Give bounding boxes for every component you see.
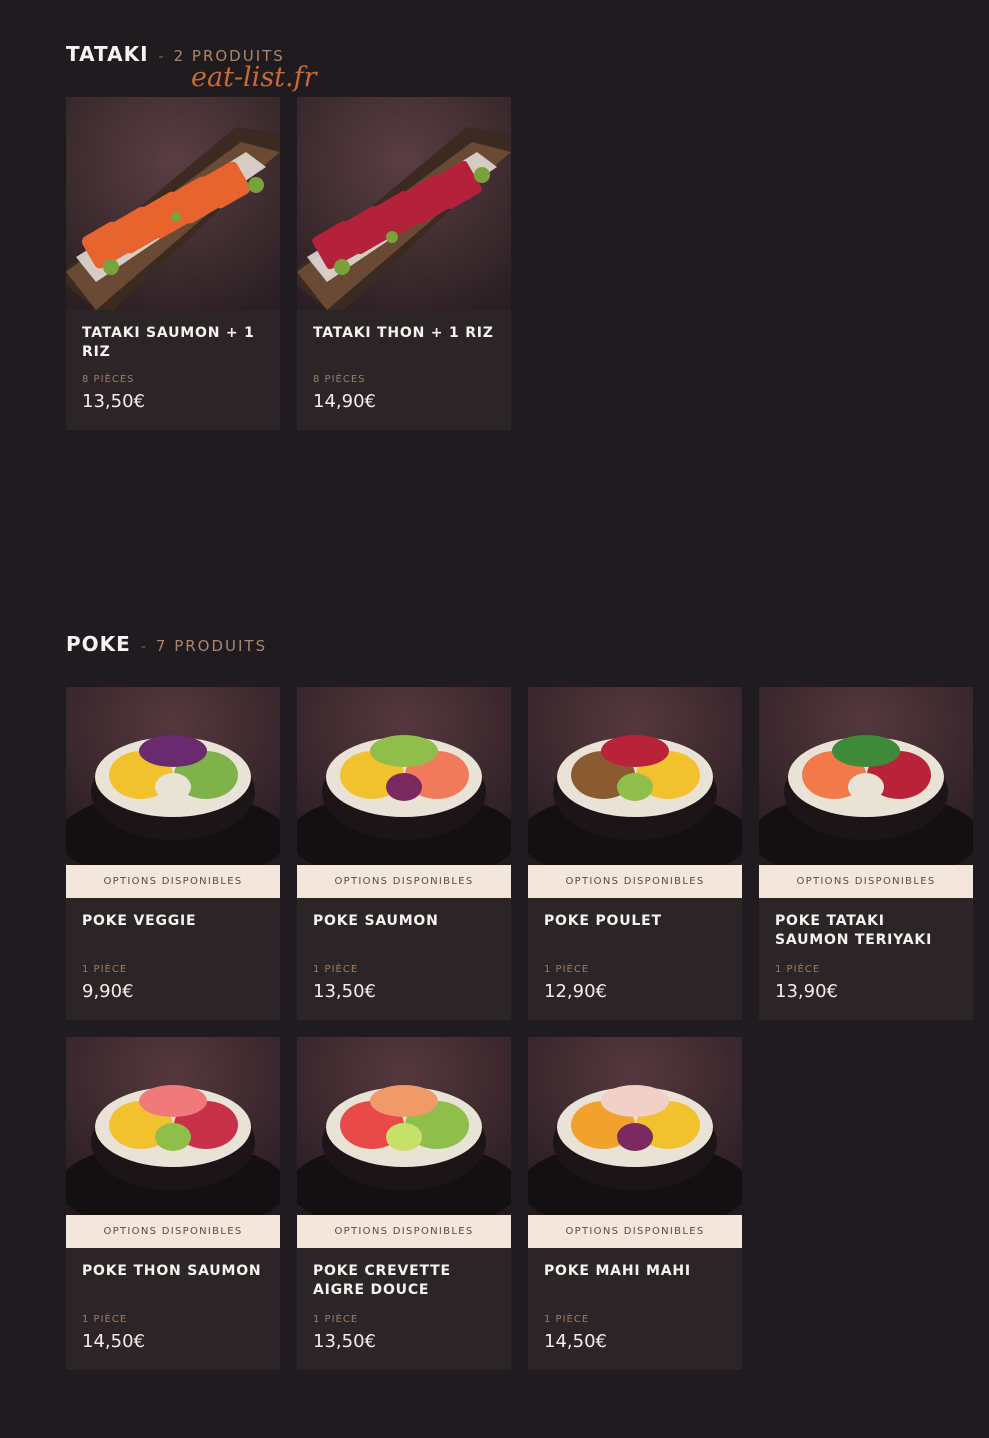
product-price: 13,50€	[313, 1331, 376, 1352]
options-available-badge[interactable]: OPTIONS DISPONIBLES	[66, 865, 280, 898]
product-price: 14,90€	[313, 391, 376, 412]
product-price: 14,50€	[544, 1331, 607, 1352]
poke-bowl-photo	[297, 1037, 511, 1215]
section-title: TATAKI	[66, 42, 149, 66]
poke-bowl-photo	[66, 687, 280, 865]
product-image	[528, 687, 742, 865]
product-quantity: 1 PIÈCE	[82, 1314, 128, 1325]
product-card[interactable]: OPTIONS DISPONIBLES POKE THON SAUMON 1 P…	[66, 1037, 280, 1370]
product-name: POKE TATAKI SAUMON TERIYAKI	[775, 913, 933, 948]
product-name: TATAKI SAUMON + 1 RIZ	[82, 325, 255, 360]
product-card[interactable]: TATAKI THON + 1 RIZ 8 PIÈCES 14,90€	[297, 97, 511, 430]
product-grid-tataki: TATAKI SAUMON + 1 RIZ 8 PIÈCES 13,50€ TA…	[66, 97, 973, 430]
product-card[interactable]: OPTIONS DISPONIBLES POKE VEGGIE 1 PIÈCE …	[66, 687, 280, 1020]
product-image	[66, 97, 280, 310]
product-card[interactable]: TATAKI SAUMON + 1 RIZ 8 PIÈCES 13,50€	[66, 97, 280, 430]
poke-bowl-photo	[759, 687, 973, 865]
product-quantity: 1 PIÈCE	[82, 964, 128, 975]
product-image	[297, 1037, 511, 1215]
options-available-badge[interactable]: OPTIONS DISPONIBLES	[759, 865, 973, 898]
options-available-badge[interactable]: OPTIONS DISPONIBLES	[66, 1215, 280, 1248]
product-name: POKE VEGGIE	[82, 913, 197, 929]
poke-bowl-photo	[528, 687, 742, 865]
product-quantity: 8 PIÈCES	[313, 374, 366, 385]
product-name: POKE MAHI MAHI	[544, 1263, 691, 1279]
product-name: POKE CREVETTE AIGRE DOUCE	[313, 1263, 451, 1298]
poke-bowl-photo	[528, 1037, 742, 1215]
product-price: 14,50€	[82, 1331, 145, 1352]
product-image	[528, 1037, 742, 1215]
options-available-badge[interactable]: OPTIONS DISPONIBLES	[297, 1215, 511, 1248]
product-card[interactable]: OPTIONS DISPONIBLES POKE CREVETTE AIGRE …	[297, 1037, 511, 1370]
product-image	[66, 1037, 280, 1215]
product-quantity: 8 PIÈCES	[82, 374, 135, 385]
section-separator: -	[140, 639, 146, 655]
poke-bowl-photo	[297, 687, 511, 865]
product-quantity: 1 PIÈCE	[544, 1314, 590, 1325]
product-quantity: 1 PIÈCE	[544, 964, 590, 975]
product-price: 13,50€	[313, 981, 376, 1002]
product-quantity: 1 PIÈCE	[313, 1314, 359, 1325]
product-image	[759, 687, 973, 865]
product-name: POKE POULET	[544, 913, 662, 929]
section-header-poke: POKE - 7 PRODUITS	[66, 632, 267, 656]
options-available-badge[interactable]: OPTIONS DISPONIBLES	[528, 865, 742, 898]
product-quantity: 1 PIÈCE	[775, 964, 821, 975]
poke-bowl-photo	[66, 1037, 280, 1215]
options-available-badge[interactable]: OPTIONS DISPONIBLES	[528, 1215, 742, 1248]
product-name: POKE SAUMON	[313, 913, 439, 929]
section-title: POKE	[66, 632, 131, 656]
product-card[interactable]: OPTIONS DISPONIBLES POKE POULET 1 PIÈCE …	[528, 687, 742, 1020]
product-name: POKE THON SAUMON	[82, 1263, 262, 1279]
section-product-count: 7 PRODUITS	[155, 637, 268, 655]
product-price: 12,90€	[544, 981, 607, 1002]
product-image	[297, 97, 511, 310]
product-price: 13,90€	[775, 981, 838, 1002]
product-price: 13,50€	[82, 391, 145, 412]
section-separator: -	[158, 49, 164, 65]
product-image	[66, 687, 280, 865]
product-name: TATAKI THON + 1 RIZ	[313, 325, 494, 341]
product-image	[297, 687, 511, 865]
options-available-badge[interactable]: OPTIONS DISPONIBLES	[297, 865, 511, 898]
product-price: 9,90€	[82, 981, 134, 1002]
product-grid-poke: OPTIONS DISPONIBLES POKE VEGGIE 1 PIÈCE …	[66, 687, 973, 1370]
watermark: eat-list.fr	[191, 62, 317, 93]
product-quantity: 1 PIÈCE	[313, 964, 359, 975]
product-card[interactable]: OPTIONS DISPONIBLES POKE SAUMON 1 PIÈCE …	[297, 687, 511, 1020]
product-card[interactable]: OPTIONS DISPONIBLES POKE MAHI MAHI 1 PIÈ…	[528, 1037, 742, 1370]
product-card[interactable]: OPTIONS DISPONIBLES POKE TATAKI SAUMON T…	[759, 687, 973, 1020]
